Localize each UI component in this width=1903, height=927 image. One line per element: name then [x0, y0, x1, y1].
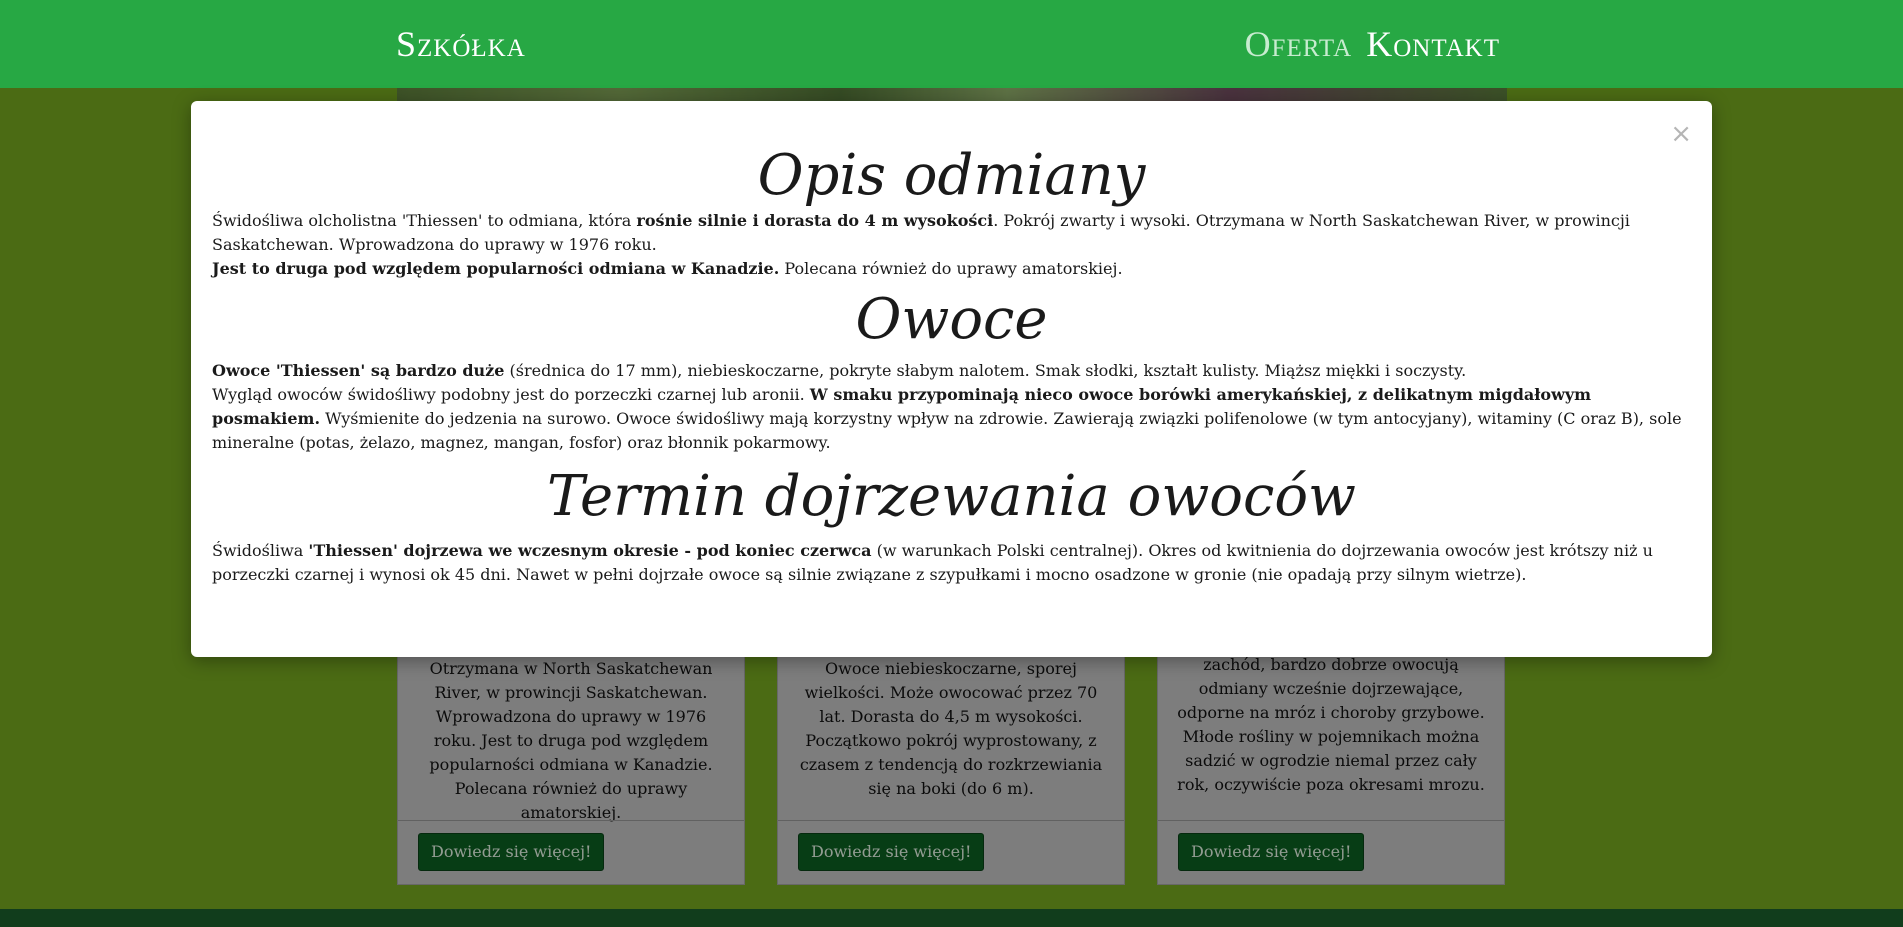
fruit-taste-paragraph: Wygląd owoców świdośliwy podobny jest do…	[212, 385, 1682, 452]
nav-links: Oferta Kontakt	[1245, 22, 1500, 66]
heading-ripening: Termin dojrzewania owoców	[547, 464, 1356, 529]
heading-fruits: Owoce	[855, 287, 1048, 352]
heading-description: Opis odmiany	[757, 143, 1146, 208]
fruit-size-paragraph: Owoce 'Thiessen' są bardzo duże (średnic…	[212, 361, 1467, 380]
navbar: Szkółka Oferta Kontakt	[0, 0, 1903, 88]
description-paragraph: Świdośliwa olcholistna 'Thiessen' to odm…	[212, 211, 1630, 254]
close-icon[interactable]: ×	[1670, 119, 1692, 149]
brand-logo[interactable]: Szkółka	[396, 22, 526, 66]
nav-link-kontakt[interactable]: Kontakt	[1366, 22, 1500, 66]
popularity-paragraph: Jest to druga pod względem popularności …	[212, 259, 1123, 278]
ripening-paragraph: Świdośliwa 'Thiessen' dojrzewa we wczesn…	[212, 541, 1653, 584]
nav-link-oferta[interactable]: Oferta	[1245, 22, 1353, 66]
variety-modal: × Opis odmiany Świdośliwa olcholistna 'T…	[191, 101, 1712, 657]
